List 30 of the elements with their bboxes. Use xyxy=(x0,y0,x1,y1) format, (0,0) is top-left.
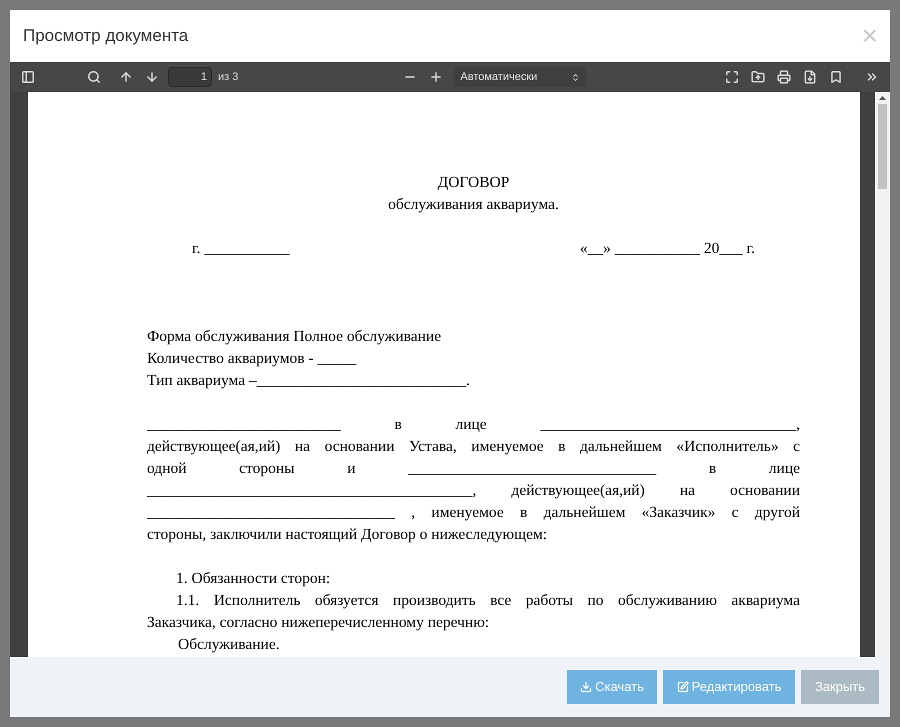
download-button[interactable]: Скачать xyxy=(567,670,657,704)
document-text: обслуживания аквариума. xyxy=(387,195,560,215)
document-text: стороны, заключили настоящий Договор о нижеследующем: xyxy=(147,525,548,545)
document-text: «__» ___________ 20___ г. xyxy=(580,239,755,259)
document-text: Форма обслуживания Полное обслуживание xyxy=(147,327,442,347)
document-text: действующее(ая,ий) на основании Устава, именуемое в дальнейшем «Исполнитель» с xyxy=(147,437,800,457)
document-text: Заказчика, согласно нижеперечисленному перечню: xyxy=(147,613,490,633)
edit-button[interactable]: Редактировать xyxy=(663,670,795,704)
dialog-title: Просмотр документа xyxy=(23,25,188,48)
zoom-select[interactable]: Автоматически xyxy=(454,67,586,87)
document-text: ________________________________ , именуемое в дальнейшем «Заказчик» с другой xyxy=(147,503,800,523)
document-text: _________________________ в лице _________________________________, xyxy=(147,415,800,435)
scroll-up-icon[interactable] xyxy=(879,96,886,100)
document-text: Тип аквариума –___________________________. xyxy=(147,371,471,391)
dropdown-caret-icon xyxy=(571,72,580,82)
page-number-field[interactable]: 1 xyxy=(168,67,212,87)
document-text: Количество аквариумов - _____ xyxy=(147,349,358,369)
scrollbar-thumb[interactable] xyxy=(878,104,887,189)
page-count: из 3 xyxy=(218,70,238,85)
document-text: __________________________________________, действующее(ая,ий) на основании xyxy=(147,481,800,501)
close-button[interactable]: Закрыть xyxy=(801,670,879,704)
document-text: г. ___________ xyxy=(192,239,290,259)
download-icon xyxy=(580,681,592,693)
edit-icon xyxy=(676,681,689,693)
document-text: 1. Обязанности сторон: xyxy=(175,569,332,589)
document-text: ДОГОВОР xyxy=(436,173,510,193)
close-button[interactable]: × xyxy=(862,22,878,50)
document-text: 1.1. Исполнитель обязуется производить все работы по обслуживанию аквариума xyxy=(175,591,800,611)
document-text: одной стороны и ________________________________ в лице xyxy=(147,459,800,479)
document-text: Обслуживание. xyxy=(177,635,281,655)
